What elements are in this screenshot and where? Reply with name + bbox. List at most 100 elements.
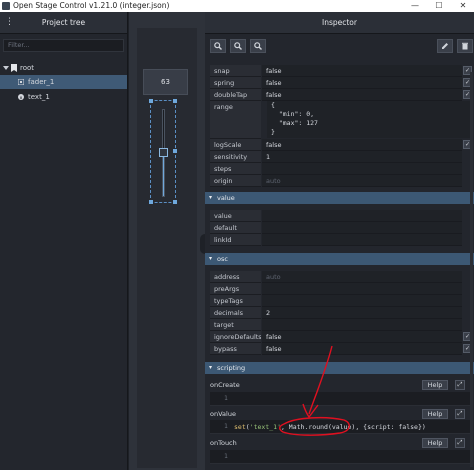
prop-value[interactable] [262,210,462,222]
section-label: value [217,194,235,202]
prop-row-decimals: decimals 2 [210,307,472,319]
help-button[interactable]: Help [422,409,448,419]
zoom-out-icon [234,42,242,50]
prop-value[interactable] [262,295,462,307]
prop-row-steps: steps [210,163,472,175]
filter-input[interactable]: Filter... [3,39,124,52]
window-titlebar: Open Stage Control v1.21.0 (integer.json… [0,0,474,12]
prop-value[interactable]: false [262,65,462,77]
resize-handle[interactable] [149,200,153,204]
section-label: osc [217,255,228,263]
prop-key: doubleTap [210,89,261,101]
fader-fill [163,153,164,196]
range-value-editor[interactable]: { "min": 0, "max": 127 } [267,101,472,138]
prop-key: linkId [210,234,261,246]
caret-down-icon[interactable] [3,65,9,71]
help-button[interactable]: Help [422,380,448,390]
code-args: , Math.round(value), {script: false}) [280,423,426,431]
zoom-out-button[interactable] [230,39,246,53]
tree-item-label: fader_1 [28,78,55,86]
prop-key: spring [210,77,261,89]
expand-icon[interactable]: ⤢ [455,438,465,448]
prop-row-range: range { "min": 0, "max": 127 } [210,101,472,139]
edit-button[interactable] [437,39,453,53]
section-scripting[interactable]: ▾ scripting [205,362,474,374]
line-number: 1 [224,423,228,430]
inspector-scrollbar[interactable] [470,72,473,467]
prop-key: value [210,210,261,222]
prop-key: steps [210,163,261,175]
tree-item-text-1[interactable]: text_1 [0,90,127,104]
prop-row-address: address auto [210,271,472,283]
prop-value[interactable]: false [262,343,462,355]
inspector-toolbar [205,35,474,57]
prop-value[interactable] [262,163,462,175]
prop-row-snap: snap false ✓ [210,65,472,77]
prop-key: logScale [210,139,261,151]
expand-icon[interactable]: ⤢ [455,409,465,419]
delete-button[interactable] [457,39,473,53]
prop-value[interactable]: auto [262,175,462,187]
prop-value[interactable] [262,283,462,295]
code-editor-ontouch[interactable]: 1 [210,450,472,464]
info-icon [18,94,24,100]
editor-canvas[interactable]: 63 [129,12,210,470]
tree-item-fader-1[interactable]: fader_1 [0,75,127,89]
prop-key: decimals [210,307,261,319]
app-icon [2,2,10,10]
prop-row-linkid: linkId [210,234,472,246]
prop-row-spring: spring false ✓ [210,77,472,89]
expand-icon[interactable]: ⤢ [455,380,465,390]
prop-value[interactable]: 1 [262,151,462,163]
prop-value[interactable]: false [262,331,462,343]
prop-row-value: value [210,210,472,222]
prop-value[interactable]: false [262,139,462,151]
caret-down-icon: ▾ [209,194,213,201]
fader-knob[interactable] [159,148,168,157]
zoom-reset-icon [254,42,262,50]
maximize-button[interactable]: ☐ [428,0,450,12]
line-number: 1 [224,395,228,402]
code-editor-onvalue[interactable]: 1 set('text_1', Math.round(value), {scri… [210,420,472,434]
prop-value[interactable] [262,234,462,246]
prop-value[interactable]: false [262,89,462,101]
minimize-button[interactable]: — [404,0,426,12]
tree-item-root[interactable]: root [0,61,127,75]
prop-value[interactable] [262,319,462,331]
prop-row-bypass: bypass false ✓ [210,343,472,355]
project-tree-title: Project tree [41,18,86,27]
prop-value[interactable] [262,222,462,234]
project-tree-panel: ⋮ Project tree Filter... root fader_1 te… [0,12,128,470]
help-button[interactable]: Help [422,438,448,448]
prop-key: range [210,101,261,139]
prop-value[interactable]: 2 [262,307,462,319]
zoom-in-button[interactable] [210,39,226,53]
tree-item-label: root [20,64,35,72]
prop-row-default: default [210,222,472,234]
caret-down-icon: ▾ [209,364,213,371]
resize-handle[interactable] [149,99,153,103]
prop-row-origin: origin auto [210,175,472,187]
prop-row-target: target [210,319,472,331]
fader-widget-icon [18,79,24,85]
bookmark-icon [11,64,17,72]
prop-row-sensitivity: sensitivity 1 [210,151,472,163]
prop-key: sensitivity [210,151,261,163]
fader-widget[interactable] [149,99,177,204]
prop-value[interactable]: auto [262,271,462,283]
tree-item-label: text_1 [28,93,50,101]
resize-handle[interactable] [173,99,177,103]
prop-value[interactable]: false [262,77,462,89]
code-function: set [234,423,246,431]
resize-handle[interactable] [173,200,177,204]
fader-value-display: 63 [143,69,188,95]
code-editor-oncreate[interactable]: 1 [210,392,472,406]
resize-handle[interactable] [173,149,177,153]
prop-key: ignoreDefaults [210,331,261,343]
section-value[interactable]: ▾ value [205,192,474,204]
prop-key: address [210,271,261,283]
section-osc[interactable]: ▾ osc [205,253,474,265]
zoom-reset-button[interactable] [250,39,266,53]
close-button[interactable]: ✕ [452,0,474,12]
prop-key: target [210,319,261,331]
